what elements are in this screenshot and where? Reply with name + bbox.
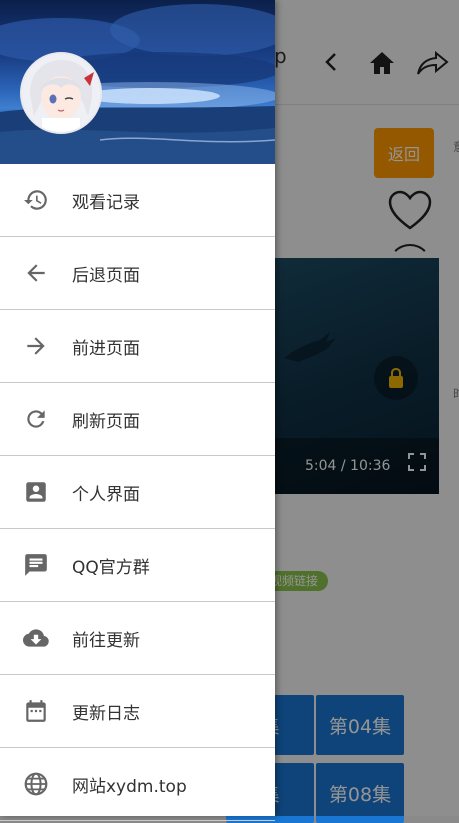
menu-item-website[interactable]: 网站xydm.top: [0, 748, 275, 821]
drawer-header: [0, 0, 275, 164]
menu-item-label: QQ官方群: [72, 557, 150, 578]
arrow-forward-icon: [21, 331, 51, 361]
menu-item-label: 个人界面: [72, 484, 140, 505]
globe-icon: [21, 769, 51, 799]
history-icon: [21, 185, 51, 215]
menu-item-qq-group[interactable]: QQ官方群: [0, 529, 275, 602]
menu-item-update[interactable]: 前往更新: [0, 602, 275, 675]
menu-item-label: 网站xydm.top: [72, 776, 187, 797]
avatar[interactable]: [20, 52, 102, 134]
menu-item-back[interactable]: 后退页面: [0, 237, 275, 310]
refresh-icon: [21, 404, 51, 434]
menu-item-label: 前往更新: [72, 630, 140, 651]
account-box-icon: [21, 477, 51, 507]
menu-item-refresh[interactable]: 刷新页面: [0, 383, 275, 456]
menu-item-label: 后退页面: [72, 265, 140, 286]
navigation-drawer: 观看记录 后退页面 前进页面 刷新页面 个人界面 QQ官方群 前往更新 更新日志…: [0, 0, 275, 821]
menu-item-label: 更新日志: [72, 703, 140, 724]
menu-item-profile[interactable]: 个人界面: [0, 456, 275, 529]
menu-item-history[interactable]: 观看记录: [0, 164, 275, 237]
calendar-icon: [21, 696, 51, 726]
menu-item-changelog[interactable]: 更新日志: [0, 675, 275, 748]
drawer-menu: 观看记录 后退页面 前进页面 刷新页面 个人界面 QQ官方群 前往更新 更新日志…: [0, 164, 275, 821]
chat-icon: [21, 550, 51, 580]
cloud-download-icon: [21, 623, 51, 653]
arrow-back-icon: [21, 258, 51, 288]
menu-item-label: 刷新页面: [72, 411, 140, 432]
menu-item-label: 观看记录: [72, 192, 140, 213]
menu-item-forward[interactable]: 前进页面: [0, 310, 275, 383]
menu-item-label: 前进页面: [72, 338, 140, 359]
